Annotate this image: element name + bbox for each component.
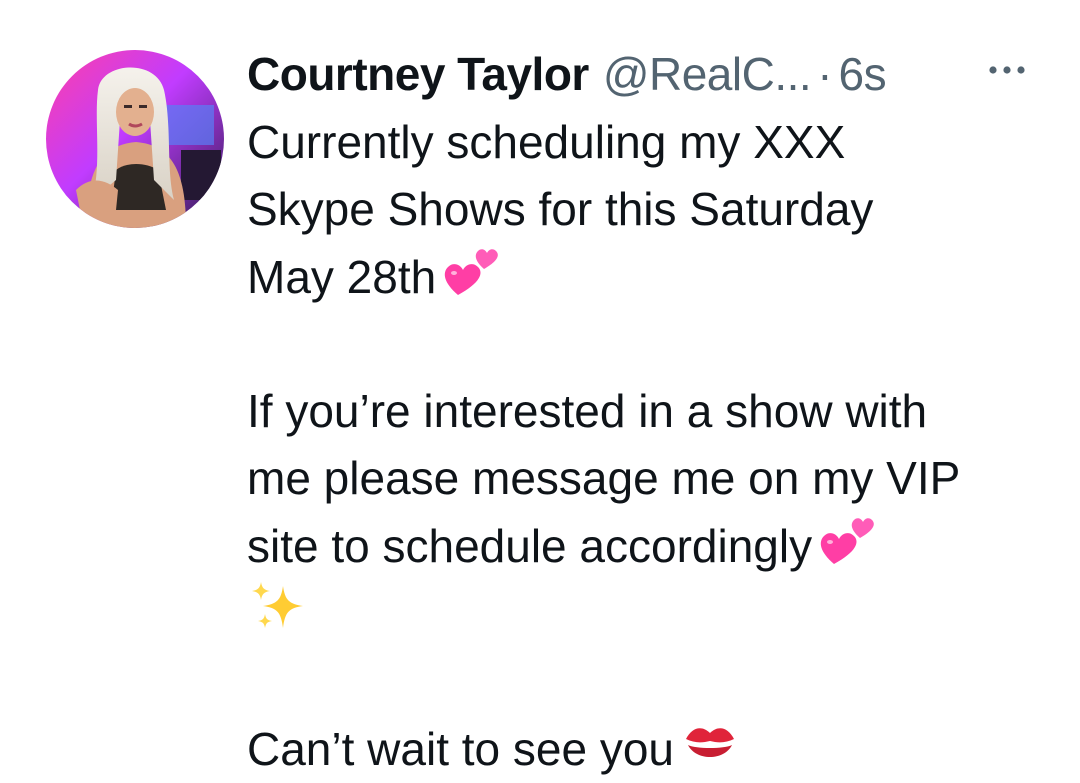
paragraph: Can’t wait to see you [247,715,1057,783]
two-hearts-emoji [442,243,502,299]
text-line: site to schedule accordingly [247,520,813,572]
text-line: May 28th [247,243,1057,311]
tweet-header: Courtney Taylor @RealC... · 6s [247,44,887,104]
text-line: Currently scheduling my XXX [247,116,846,168]
tweet[interactable]: Courtney Taylor @RealC... · 6s Currently… [0,0,1080,775]
avatar[interactable] [46,50,224,228]
separator-dot: · [817,48,833,100]
sparkles-emoji [247,580,307,636]
text-line: May 28th [247,251,437,303]
author-handle[interactable]: @RealC... [603,44,812,104]
two-hearts-emoji [818,512,878,568]
text-line: Can’t wait to see you [247,715,1057,783]
timestamp[interactable]: 6s [839,44,887,104]
text-line: Skype Shows for this Saturday [247,176,1057,243]
tweet-text: Currently scheduling my XXX Skype Shows … [247,109,1057,783]
author-display-name[interactable]: Courtney Taylor [247,44,589,104]
text-line: me please message me on my VIP [247,452,961,504]
paragraph: Currently scheduling my XXX Skype Shows … [247,109,1057,311]
ellipsis-icon [987,62,1027,80]
more-options-button[interactable] [982,56,1032,86]
text-line: site to schedule accordingly [247,512,1057,580]
text-line [247,580,1057,648]
kiss-mark-emoji [680,715,740,771]
text-line: Skype Shows for this Saturday [247,183,874,235]
paragraph: If you’re interested in a show with me p… [247,378,1057,648]
text-line: If you’re interested in a show with [247,385,928,437]
